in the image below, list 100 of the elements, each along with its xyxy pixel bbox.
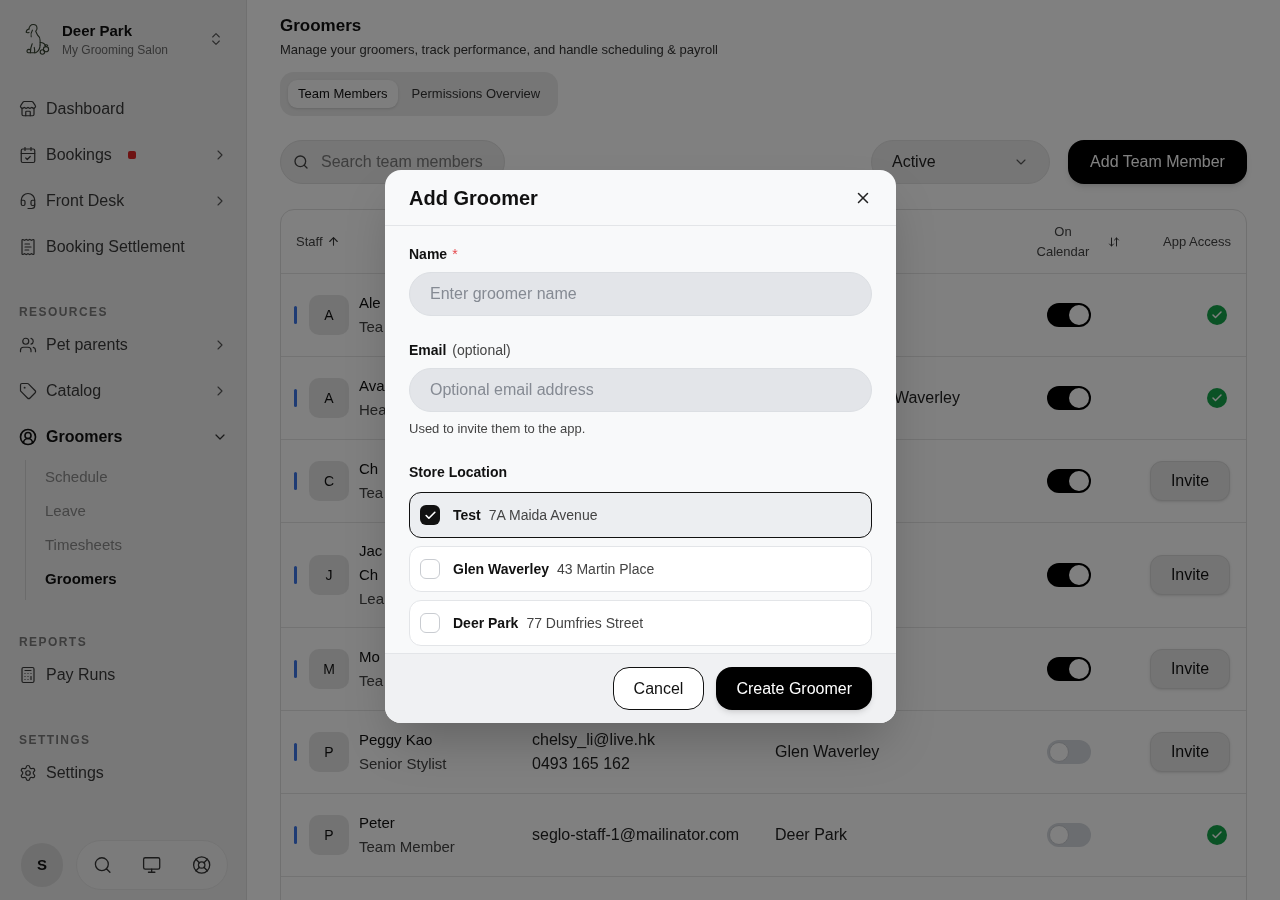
staff-email: chelsy_li@live.hk xyxy=(532,730,656,750)
invite-button[interactable]: Invite xyxy=(1150,461,1230,501)
text-input[interactable]: Enter groomer name xyxy=(409,272,872,316)
store-subtitle: My Grooming Salon xyxy=(62,41,169,58)
section-label: SETTINGS xyxy=(18,732,92,748)
location-option[interactable]: Deer Park 77 Dumfries Street xyxy=(409,600,872,646)
user-avatar[interactable]: S xyxy=(21,843,63,887)
checkbox[interactable] xyxy=(420,505,440,525)
invite-button[interactable]: Invite xyxy=(1150,649,1230,689)
text-input[interactable]: Optional email address xyxy=(409,368,872,412)
nav-item[interactable]: Groomers xyxy=(45,562,228,596)
cancel-button[interactable]: Cancel xyxy=(612,667,705,710)
staff-role: Tea xyxy=(359,671,384,691)
toggle-switch[interactable] xyxy=(1047,740,1091,764)
avatar: P xyxy=(309,815,349,855)
staff-name: Jac Ch xyxy=(359,541,384,585)
staff-name: Peggy Kao xyxy=(359,730,434,750)
tag-icon xyxy=(19,382,37,400)
avatar: M xyxy=(309,649,349,689)
sort-ascending-icon[interactable] xyxy=(326,235,340,248)
invite-button[interactable]: Invite xyxy=(1150,732,1230,772)
staff-role: Tea xyxy=(359,317,384,337)
checkbox[interactable] xyxy=(420,559,440,579)
sort-icon[interactable] xyxy=(1108,235,1120,248)
toggle-switch[interactable] xyxy=(1047,386,1091,410)
field-help: Used to invite them to the app. xyxy=(409,420,587,438)
check-icon xyxy=(423,508,437,522)
monitor-icon[interactable] xyxy=(142,855,162,875)
invite-button[interactable]: Invite xyxy=(1150,555,1230,595)
toggle-switch[interactable] xyxy=(1047,469,1091,493)
page-title: Groomers xyxy=(280,15,363,37)
staff-name: Ch xyxy=(359,459,380,479)
staff-role: Senior Stylist xyxy=(359,754,447,774)
store-icon xyxy=(19,100,37,118)
section-label: RESOURCES xyxy=(18,304,109,320)
nav-item[interactable]: Pay Runs xyxy=(18,652,228,698)
status-dropdown[interactable]: Active xyxy=(871,140,1050,184)
column-header[interactable]: On Calendar xyxy=(1032,221,1094,262)
calendar-check-icon xyxy=(19,146,37,164)
staff-location: Waverley xyxy=(893,388,960,408)
staff-role: Team Member xyxy=(359,837,455,857)
avatar: P xyxy=(309,732,349,772)
nav-item[interactable]: Catalog xyxy=(18,368,228,414)
nav-item[interactable]: Booking Settlement xyxy=(18,224,228,270)
avatar: C xyxy=(309,461,349,501)
search-icon xyxy=(293,154,309,170)
field-note: (optional) xyxy=(452,340,511,360)
nav-item[interactable]: Pet parents xyxy=(18,322,228,368)
staff-name: Ale xyxy=(359,293,382,313)
staff-name: Peter xyxy=(359,813,396,833)
column-header[interactable]: Staff xyxy=(296,231,323,252)
receipt-icon xyxy=(19,238,37,256)
headset-icon xyxy=(19,192,37,210)
indicator-bar-icon xyxy=(294,306,297,324)
nav-item[interactable]: Front Desk xyxy=(18,178,228,224)
add-team-member-button[interactable]: Add Team Member xyxy=(1068,140,1247,184)
tab[interactable]: Permissions Overview xyxy=(401,80,551,108)
toggle-switch[interactable] xyxy=(1047,657,1091,681)
staff-phone: 0493 165 162 xyxy=(532,754,631,774)
create-groomer-button[interactable]: Create Groomer xyxy=(716,667,872,710)
staff-role: Lea xyxy=(359,589,385,609)
settings-icon xyxy=(19,764,37,782)
lifebuoy-icon[interactable] xyxy=(191,855,211,875)
nav-item[interactable]: Settings xyxy=(18,750,228,796)
nav-item[interactable]: Groomers xyxy=(18,414,228,460)
staff-role: Tea xyxy=(359,483,384,503)
toggle-switch[interactable] xyxy=(1047,823,1091,847)
checkbox[interactable] xyxy=(420,613,440,633)
location-option[interactable]: Glen Waverley 43 Martin Place xyxy=(409,546,872,592)
indicator-bar-icon xyxy=(294,660,297,678)
avatar: A xyxy=(309,295,349,335)
staff-name: Ava xyxy=(359,376,386,396)
dialog-title: Add Groomer xyxy=(409,185,538,211)
required-mark: * xyxy=(452,244,458,264)
calculator-icon xyxy=(19,666,37,684)
toggle-switch[interactable] xyxy=(1047,303,1091,327)
staff-email: seglo-staff-1@mailinator.com xyxy=(532,825,741,845)
field-label: Email xyxy=(409,340,447,360)
column-header: App Access xyxy=(1163,232,1231,251)
user-circle-icon xyxy=(19,428,37,446)
nav-item[interactable]: Dashboard xyxy=(18,86,228,132)
field-label: Name xyxy=(409,244,448,264)
indicator-bar-icon xyxy=(294,743,297,761)
nav-item[interactable]: Bookings xyxy=(18,132,228,178)
users-icon xyxy=(19,336,37,354)
field-label: Store Location xyxy=(409,463,508,482)
tab[interactable]: Team Members xyxy=(288,80,398,108)
section-label: REPORTS xyxy=(18,634,89,650)
staff-location: Deer Park xyxy=(775,825,848,845)
search-icon[interactable] xyxy=(93,855,113,875)
indicator-bar-icon xyxy=(294,566,297,584)
avatar: A xyxy=(309,378,349,418)
staff-role: Hea xyxy=(359,400,387,420)
avatar: J xyxy=(309,555,349,595)
store-name: Deer Park xyxy=(62,20,134,41)
toggle-switch[interactable] xyxy=(1047,563,1091,587)
indicator-bar-icon xyxy=(294,826,297,844)
staff-location: Glen Waverley xyxy=(775,742,880,762)
indicator-bar-icon xyxy=(294,472,297,490)
page-subtitle: Manage your groomers, track performance, and handle scheduling & payroll xyxy=(280,41,719,59)
